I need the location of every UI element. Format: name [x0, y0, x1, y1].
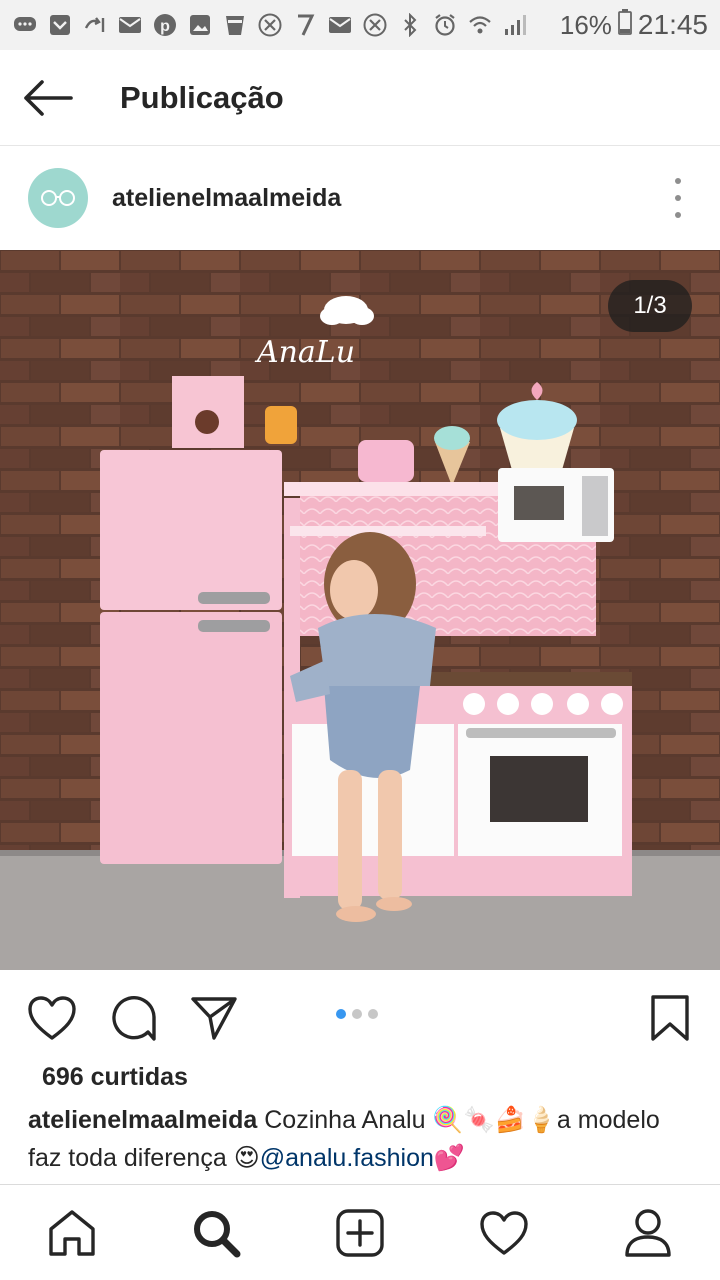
like-button[interactable] — [26, 992, 78, 1044]
gallery-notification-icon — [187, 13, 213, 37]
nav-new-post[interactable] — [334, 1207, 386, 1259]
caption-mention[interactable]: @analu.fashion — [260, 1144, 434, 1172]
carousel-indicator — [336, 1009, 378, 1019]
comment-button[interactable] — [108, 992, 160, 1044]
wifi-icon — [467, 13, 493, 37]
clock: 21:45 — [637, 9, 708, 40]
status-bar: p 16% 21:45 — [0, 0, 720, 50]
share-button[interactable] — [188, 992, 240, 1044]
bookmark-icon — [651, 995, 689, 1041]
caption-emoji: 💕 — [433, 1144, 466, 1172]
post-caption: atelienelmaalmeida Cozinha Analu 🍭🍬🍰🍦a m… — [28, 1101, 698, 1177]
transfer-notification-icon — [82, 13, 108, 37]
nav-search[interactable] — [190, 1207, 242, 1259]
nav-activity[interactable] — [478, 1207, 530, 1259]
cup-notification-icon — [222, 13, 248, 37]
more-options-button[interactable] — [666, 178, 690, 218]
bluetooth-icon — [397, 13, 423, 37]
post-image[interactable]: AnaLu 1/3 — [0, 250, 720, 970]
battery-icon — [618, 8, 632, 42]
nav-home[interactable] — [46, 1207, 98, 1259]
post-header: atelienelmaalmeida — [0, 146, 720, 250]
page-title: Publicação — [120, 79, 284, 115]
kitchen-photo: AnaLu — [0, 250, 720, 970]
nav-profile[interactable] — [622, 1207, 674, 1259]
heart-icon — [28, 996, 76, 1040]
mail-notification-icon — [117, 13, 143, 37]
chat-notification-icon — [12, 13, 38, 37]
carousel-dot — [352, 1009, 362, 1019]
carousel-dot — [368, 1009, 378, 1019]
inbox-notification-icon — [47, 13, 73, 37]
analu-sign: AnaLu — [254, 335, 355, 370]
post-username[interactable]: atelienelmaalmeida — [112, 184, 341, 213]
likes-count[interactable]: 696 curtidas — [42, 1063, 188, 1092]
dining-notification-icon-2 — [362, 13, 388, 37]
home-icon — [49, 1210, 95, 1256]
back-button[interactable] — [0, 50, 96, 146]
battery-percent: 16% — [559, 9, 612, 40]
app-header: Publicação — [0, 50, 720, 146]
pinterest-notification-icon: p — [152, 13, 178, 37]
seven-notification-icon — [292, 13, 318, 37]
bottom-navigation — [0, 1184, 720, 1280]
more-vertical-icon — [675, 178, 681, 184]
image-counter: 1/3 — [608, 280, 692, 332]
signal-icon — [502, 13, 528, 37]
activity-heart-icon — [480, 1211, 528, 1255]
dining-notification-icon — [257, 13, 283, 37]
alarm-icon — [432, 13, 458, 37]
profile-icon — [625, 1209, 671, 1257]
avatar[interactable] — [28, 168, 88, 228]
envelope-notification-icon — [327, 13, 353, 37]
svg-text:p: p — [160, 18, 170, 35]
arrow-left-icon — [24, 79, 73, 116]
carousel-dot-active — [336, 1009, 346, 1019]
search-icon — [194, 1211, 241, 1258]
notification-icons: p — [12, 13, 528, 37]
comment-icon — [112, 996, 156, 1041]
save-button[interactable] — [644, 992, 696, 1044]
caption-username[interactable]: atelienelmaalmeida — [28, 1106, 257, 1134]
send-icon — [191, 997, 237, 1040]
glasses-logo-icon — [41, 190, 75, 206]
add-post-icon — [336, 1209, 384, 1257]
post-actions — [0, 970, 720, 1064]
